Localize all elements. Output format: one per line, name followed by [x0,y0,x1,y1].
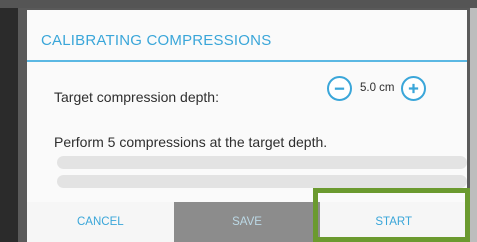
plus-circle-icon [408,83,418,93]
backdrop [0,0,477,8]
minus-circle-icon [334,87,345,90]
depth-stepper: 5.0 cm [327,74,426,102]
app-screen: CALIBRATING COMPRESSIONS Target compress… [0,0,477,242]
depth-label: Target compression depth: [54,89,219,105]
save-button[interactable]: SAVE [173,202,321,242]
dialog-actions: CANCEL SAVE START [27,202,468,242]
dialog-title: CALIBRATING COMPRESSIONS [41,32,272,49]
instruction-text: Perform 5 compressions at the target dep… [54,134,328,150]
compression-progress-bar [57,156,467,169]
increment-button[interactable] [400,75,426,101]
start-button[interactable]: START [320,202,468,242]
title-divider [27,60,467,62]
cancel-button[interactable]: CANCEL [27,202,174,242]
compression-progress-bar-secondary [57,175,467,188]
calibration-dialog: CALIBRATING COMPRESSIONS Target compress… [27,10,468,242]
depth-value: 5.0 cm [360,82,395,94]
decrement-button[interactable] [327,75,352,101]
